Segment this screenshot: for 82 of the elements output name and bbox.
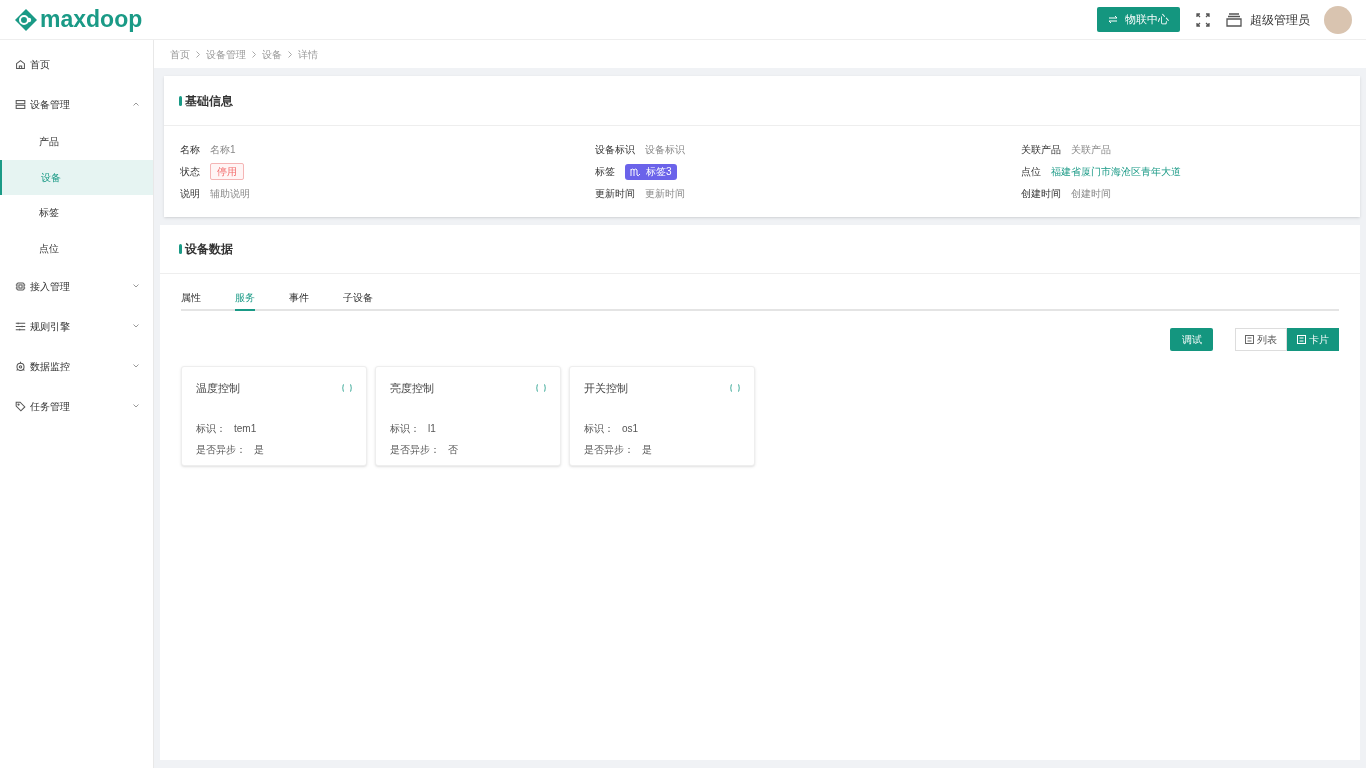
- sidebar-item[interactable]: 首页: [0, 44, 153, 84]
- monitor-icon: [15, 360, 26, 372]
- sidebar-item[interactable]: 任务管理: [0, 386, 153, 426]
- debug-button[interactable]: 调试: [1170, 328, 1213, 351]
- field-value: 是: [254, 442, 264, 457]
- field-label: 是否异步：: [390, 442, 440, 457]
- chevron-icon: [133, 284, 139, 288]
- braces-icon: [342, 384, 352, 393]
- field-label: 更新时间: [595, 187, 635, 201]
- section-title: 基础信息: [185, 92, 233, 110]
- location-link[interactable]: 福建省厦门市海沧区青年大道: [1051, 164, 1181, 179]
- view-toggle-button[interactable]: 列表: [1235, 328, 1287, 351]
- layers-icon[interactable]: [1226, 12, 1242, 27]
- chevron-right-icon: [288, 50, 292, 58]
- field-label: 名称: [180, 143, 200, 157]
- field-label: 创建时间: [1021, 187, 1061, 201]
- field-value: 关联产品: [1071, 143, 1111, 157]
- tab[interactable]: 属性: [181, 290, 201, 311]
- sidebar-item[interactable]: 接入管理: [0, 266, 153, 306]
- sidebar-item[interactable]: 设备管理: [0, 84, 153, 124]
- field-value: 更新时间: [645, 187, 685, 201]
- user-name[interactable]: 超级管理员: [1250, 10, 1310, 29]
- chevron-icon: [133, 102, 139, 106]
- logo-text: maxdoop: [40, 8, 143, 31]
- service-card[interactable]: 开关控制 标识： os1 是否异步： 是: [569, 366, 755, 466]
- field-label: 设备标识: [595, 143, 635, 157]
- field-label: 关联产品: [1021, 143, 1061, 157]
- grid-icon: [1297, 335, 1306, 344]
- tab[interactable]: 服务: [235, 290, 255, 311]
- field-value: 是: [642, 442, 652, 457]
- chevron-icon: [133, 324, 139, 328]
- tab[interactable]: 子设备: [343, 290, 373, 311]
- field-label: 状态: [180, 165, 200, 179]
- view-toggle-button[interactable]: 卡片: [1287, 328, 1339, 351]
- field-value: 设备标识: [645, 143, 685, 157]
- status-badge: 停用: [210, 163, 244, 180]
- swap-icon: [1108, 15, 1118, 24]
- service-card[interactable]: 温度控制 标识： tem1 是否异步： 是: [181, 366, 367, 466]
- fullscreen-icon[interactable]: [1196, 12, 1210, 27]
- field-label: 标识：: [390, 421, 420, 436]
- field-value: 创建时间: [1071, 187, 1111, 201]
- chevron-right-icon: [252, 50, 256, 58]
- field-value: 否: [448, 442, 458, 457]
- field-label: 是否异步：: [584, 442, 634, 457]
- tab[interactable]: 事件: [289, 290, 309, 311]
- field-label: 说明: [180, 187, 200, 201]
- sliders-icon: [15, 320, 26, 332]
- sidebar-subitem[interactable]: 产品: [0, 124, 153, 160]
- tag-icon: [15, 400, 26, 412]
- sidebar-subitem[interactable]: 点位: [0, 230, 153, 266]
- server-icon: [15, 98, 26, 110]
- braces-icon: [536, 384, 546, 393]
- field-value: 辅助说明: [210, 187, 250, 201]
- sidebar-item[interactable]: 规则引擎: [0, 306, 153, 346]
- field-label: 标签: [595, 165, 615, 179]
- breadcrumb-item: 详情: [298, 47, 318, 62]
- virgo-icon: [630, 166, 641, 177]
- sidebar-subitem[interactable]: 标签: [0, 195, 153, 231]
- section-title: 设备数据: [185, 241, 233, 258]
- field-label: 标识：: [196, 421, 226, 436]
- tag-badge: 标签3: [625, 163, 677, 180]
- sidebar-item[interactable]: 数据监控: [0, 346, 153, 386]
- field-label: 标识：: [584, 421, 614, 436]
- chevron-icon: [133, 364, 139, 368]
- field-value: tem1: [234, 421, 257, 436]
- braces-icon: [730, 384, 740, 393]
- card-title: 开关控制: [584, 381, 628, 396]
- card-title: 温度控制: [196, 381, 240, 396]
- field-value: l1: [428, 421, 436, 436]
- logo-icon: [14, 7, 38, 32]
- chevron-icon: [133, 404, 139, 408]
- service-card[interactable]: 亮度控制 标识： l1 是否异步： 否: [375, 366, 561, 466]
- card-title: 亮度控制: [390, 381, 434, 396]
- chevron-right-icon: [196, 50, 200, 58]
- field-label: 是否异步：: [196, 442, 246, 457]
- chip-icon: [15, 280, 26, 292]
- iot-center-button[interactable]: 物联中心: [1097, 7, 1180, 32]
- field-value: 名称1: [210, 143, 236, 157]
- field-label: 点位: [1021, 165, 1041, 179]
- field-value: os1: [622, 421, 639, 436]
- home-icon: [15, 58, 26, 70]
- grid-icon: [1245, 335, 1254, 344]
